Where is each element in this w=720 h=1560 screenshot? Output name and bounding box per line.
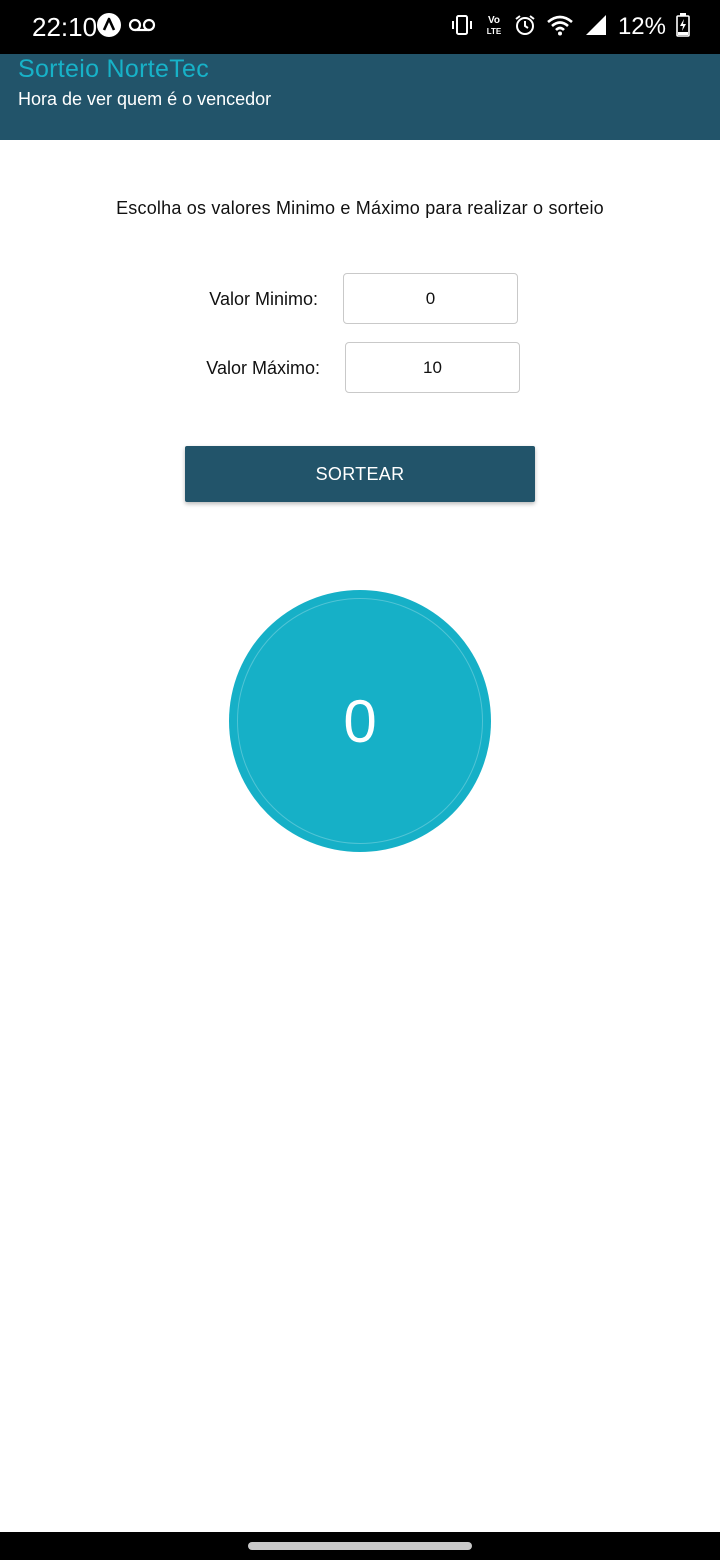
app-header: Sorteio NorteTec Hora de ver quem é o ve…: [0, 54, 720, 140]
max-value-input[interactable]: [345, 342, 520, 393]
volte-label-top: Vo: [488, 15, 500, 26]
volte-icon: Vo LTE: [484, 12, 504, 43]
status-bar: 22:10 Vo LTE 12%: [0, 0, 720, 54]
battery-percent: 12%: [617, 13, 666, 40]
app-subtitle: Hora de ver quem é o vencedor: [18, 89, 272, 109]
app-title: Sorteio NorteTec: [18, 55, 209, 83]
voicemail-icon: [128, 17, 156, 38]
home-gesture-handle[interactable]: [248, 1542, 472, 1550]
status-time: 22:10: [32, 12, 98, 42]
result-display: 0: [229, 590, 491, 852]
app-notification-icon: [96, 12, 122, 43]
status-system-icons: Vo LTE 12%: [450, 12, 690, 42]
vibrate-icon: [450, 13, 474, 42]
battery-charging-icon: [676, 12, 690, 42]
alarm-icon: [514, 14, 536, 41]
draw-button[interactable]: SORTEAR: [185, 446, 535, 502]
volte-label-bottom: LTE: [487, 27, 502, 36]
max-value-label: Valor Máximo:: [206, 358, 320, 378]
result-value: 0: [343, 687, 377, 755]
min-value-label: Valor Minimo:: [209, 289, 318, 309]
wifi-icon: [546, 14, 574, 41]
instruction-text: Escolha os valores Minimo e Máximo para …: [116, 198, 604, 218]
status-notification-icons: [96, 12, 156, 42]
min-value-input[interactable]: [343, 273, 518, 324]
navigation-bar: [0, 1532, 720, 1560]
signal-icon: [584, 14, 608, 41]
